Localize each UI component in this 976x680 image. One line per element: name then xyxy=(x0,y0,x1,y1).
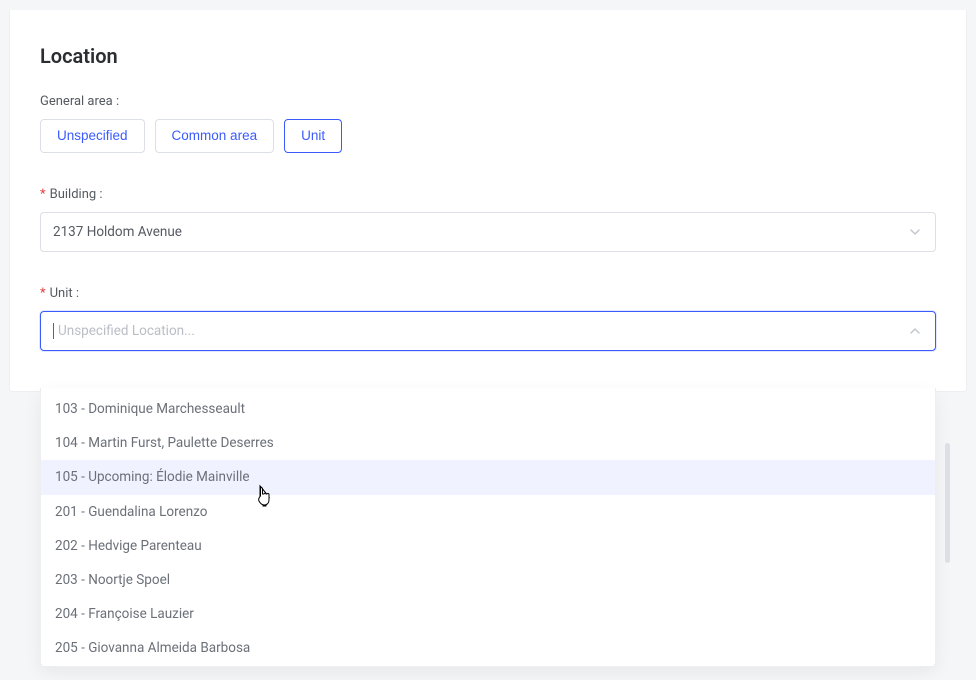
unit-option[interactable]: 201 - Guendalina Lorenzo xyxy=(41,495,935,529)
building-label-text: Building : xyxy=(50,187,103,202)
unit-select-placeholder: Unspecified Location... xyxy=(58,323,195,339)
unit-option[interactable]: 104 - Martin Furst, Paulette Deserres xyxy=(41,426,935,460)
page-title: Location xyxy=(40,44,936,68)
unit-label: * Unit : xyxy=(40,286,936,301)
general-area-label: General area : xyxy=(40,94,936,109)
unit-option[interactable]: 204 - Françoise Lauzier xyxy=(41,597,935,631)
unit-dropdown: 103 - Dominique Marchesseault 104 - Mart… xyxy=(40,388,936,667)
unit-label-text: Unit : xyxy=(50,286,79,301)
scrollbar-thumb[interactable] xyxy=(945,443,950,563)
general-area-radio-group: Unspecified Common area Unit xyxy=(40,119,936,153)
required-asterisk: * xyxy=(40,286,46,301)
location-card: Location General area : Unspecified Comm… xyxy=(9,10,967,392)
unit-option[interactable]: 202 - Hedvige Parenteau xyxy=(41,529,935,563)
building-label: * Building : xyxy=(40,187,936,202)
required-asterisk: * xyxy=(40,187,46,202)
unit-option[interactable]: 103 - Dominique Marchesseault xyxy=(41,392,935,426)
unit-option[interactable]: 105 - Upcoming: Élodie Mainville xyxy=(41,460,935,494)
general-area-option-common-area[interactable]: Common area xyxy=(155,119,275,153)
building-select[interactable]: 2137 Holdom Avenue xyxy=(40,212,936,252)
unit-select[interactable]: Unspecified Location... xyxy=(40,311,936,351)
chevron-up-icon xyxy=(909,325,921,337)
chevron-down-icon xyxy=(909,226,921,238)
text-cursor xyxy=(53,323,54,339)
general-area-option-unspecified[interactable]: Unspecified xyxy=(40,119,145,153)
unit-option[interactable]: 203 - Noortje Spoel xyxy=(41,563,935,597)
building-select-value: 2137 Holdom Avenue xyxy=(53,224,182,240)
general-area-option-unit[interactable]: Unit xyxy=(284,119,342,153)
unit-option[interactable]: 205 - Giovanna Almeida Barbosa xyxy=(41,631,935,665)
